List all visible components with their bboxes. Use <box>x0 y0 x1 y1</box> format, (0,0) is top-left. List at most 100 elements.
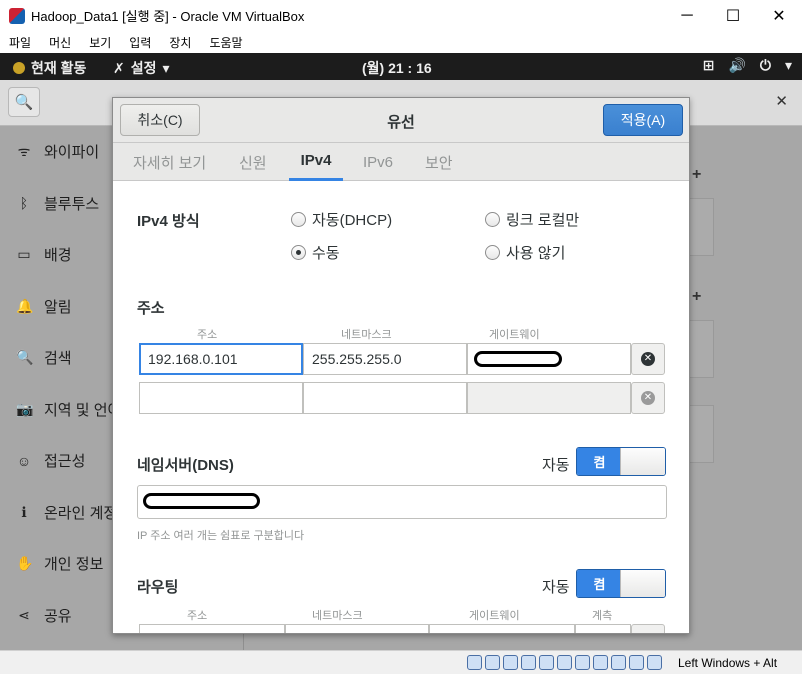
virtualization-icon[interactable] <box>611 655 626 670</box>
bell-icon: 🔔 <box>16 297 34 314</box>
switch-on-label: 켬 <box>577 570 622 597</box>
menu-help[interactable]: 도움말 <box>209 34 242 51</box>
hard-disk-icon[interactable] <box>467 655 482 670</box>
menu-file[interactable]: 파일 <box>9 34 31 51</box>
route-metric-input[interactable] <box>575 624 631 633</box>
address-section-label: 주소 <box>137 300 165 317</box>
redaction-mark <box>143 493 260 509</box>
ipv4-method-label: IPv4 방식 <box>137 213 200 230</box>
wrench-icon: ✗ <box>113 59 125 76</box>
chevron-down-icon: ▾ <box>162 59 170 76</box>
usb-icon[interactable] <box>539 655 554 670</box>
activities-button[interactable]: 현재 활동 <box>13 58 86 78</box>
close-settings-button[interactable]: ✕ <box>775 92 788 110</box>
online-accounts-icon: ℹ <box>21 503 27 520</box>
switch-knob <box>620 570 665 597</box>
keyboard-icon[interactable] <box>647 655 662 670</box>
bluetooth-icon: ᛒ <box>19 195 29 212</box>
window-title: Hadoop_Data1 [실행 중] - Oracle VM VirtualB… <box>31 9 305 24</box>
add-vpn-icon[interactable]: + <box>692 288 701 306</box>
add-connection-icon[interactable]: + <box>692 166 701 184</box>
dns-auto-label: 자동 <box>542 457 570 474</box>
gnome-top-bar: 현재 활동 ✗ 설정 ▾ (월) 21 : 16 ⊞ 🔊 ⏻ ▾ <box>0 53 802 80</box>
guest-screen: 현재 활동 ✗ 설정 ▾ (월) 21 : 16 ⊞ 🔊 ⏻ ▾ 🔍 ✕ ᯤ 와이… <box>0 53 802 650</box>
radio-link-local[interactable]: 링크 로컬만 <box>485 209 579 230</box>
redaction-mark <box>474 351 562 367</box>
sidebar-item-label: 배경 <box>44 247 72 265</box>
address-input-empty[interactable] <box>139 382 303 414</box>
maximize-button[interactable]: ☐ <box>710 0 756 31</box>
sidebar-item-label: 온라인 계정 <box>44 504 118 522</box>
network-icon: ⊞ <box>702 57 715 73</box>
delete-icon: ✕ <box>641 352 655 366</box>
display-icon[interactable] <box>575 655 590 670</box>
power-icon: ⏻ <box>759 57 771 73</box>
tab-details[interactable]: 자세히 보기 <box>133 143 206 181</box>
shared-folders-icon[interactable] <box>557 655 572 670</box>
host-key-label: Left Windows + Alt <box>678 656 778 670</box>
radio-manual[interactable]: 수동 <box>291 242 340 263</box>
video-capture-icon[interactable] <box>593 655 608 670</box>
menu-view[interactable]: 보기 <box>89 34 111 51</box>
route-address-input[interactable] <box>139 624 285 633</box>
optical-drive-icon[interactable] <box>485 655 500 670</box>
mouse-integration-icon[interactable] <box>629 655 644 670</box>
netmask-input[interactable]: 255.255.255.0 <box>303 343 467 375</box>
netmask-input-empty[interactable] <box>303 382 467 414</box>
route-gateway-input[interactable] <box>429 624 575 633</box>
wifi-icon: ᯤ <box>17 143 31 160</box>
vpn-card <box>690 320 714 378</box>
apply-button[interactable]: 적용(A) <box>603 104 683 136</box>
switch-on-label: 켬 <box>577 448 622 475</box>
search-icon: 🔍 <box>16 349 34 366</box>
menu-machine[interactable]: 머신 <box>49 34 71 51</box>
sidebar-item-label: 접근성 <box>44 453 86 471</box>
radio-dhcp[interactable]: 자동(DHCP) <box>291 209 392 230</box>
share-icon: ⋖ <box>18 606 30 623</box>
activities-icon <box>13 62 25 74</box>
routing-section-label: 라우팅 <box>137 579 179 596</box>
radio-indicator <box>485 212 500 227</box>
delete-address-button[interactable]: ✕ <box>631 343 665 375</box>
search-button[interactable]: 🔍 <box>8 87 40 117</box>
route-netmask-input[interactable] <box>285 624 429 633</box>
settings-app-menu[interactable]: ✗ 설정 ▾ <box>113 58 170 78</box>
tab-ipv4[interactable]: IPv4 <box>289 143 343 181</box>
dns-auto-switch[interactable]: 켬 <box>576 447 666 476</box>
sidebar-item-label: 알림 <box>44 298 72 316</box>
network-adapter-icon[interactable] <box>521 655 536 670</box>
connection-card <box>690 198 714 256</box>
system-tray[interactable]: ⊞ 🔊 ⏻ ▾ <box>703 57 792 74</box>
gateway-input[interactable] <box>467 343 631 375</box>
routing-auto-switch[interactable]: 켬 <box>576 569 666 598</box>
radio-indicator <box>485 245 500 260</box>
route-metric-column-header: 계측 <box>592 610 613 622</box>
radio-label: 링크 로컬만 <box>506 212 580 229</box>
audio-icon[interactable] <box>503 655 518 670</box>
menu-input[interactable]: 입력 <box>129 34 151 51</box>
close-window-button[interactable]: ✕ <box>756 0 802 31</box>
accessibility-icon: ☺ <box>16 452 32 469</box>
dialog-tabs: 자세히 보기 신원 IPv4 IPv6 보안 <box>113 143 689 181</box>
delete-address-button[interactable]: ✕ <box>631 382 665 414</box>
virtualbox-icon <box>9 7 25 24</box>
tab-ipv6[interactable]: IPv6 <box>363 143 393 181</box>
tab-identity[interactable]: 신원 <box>239 143 267 181</box>
tab-security[interactable]: 보안 <box>425 143 453 181</box>
proxy-card <box>690 405 714 463</box>
clock[interactable]: (월) 21 : 16 <box>362 58 432 78</box>
switch-knob <box>620 448 665 475</box>
radio-disabled[interactable]: 사용 않기 <box>485 242 565 263</box>
radio-indicator-selected <box>291 245 306 260</box>
radio-label: 자동(DHCP) <box>312 212 393 229</box>
menu-devices[interactable]: 장치 <box>169 34 191 51</box>
address-input[interactable]: 192.168.0.101 <box>139 343 303 375</box>
minimize-button[interactable]: ─ <box>664 0 710 31</box>
delete-route-button[interactable] <box>631 624 665 633</box>
hand-icon: ✋ <box>16 555 34 572</box>
settings-label: 설정 <box>130 60 157 76</box>
dns-input[interactable] <box>137 485 667 519</box>
menu-bar: 파일 머신 보기 입력 장치 도움말 <box>0 31 802 53</box>
route-gateway-column-header: 게이트웨이 <box>469 610 520 622</box>
display-icon: ▭ <box>17 246 31 263</box>
